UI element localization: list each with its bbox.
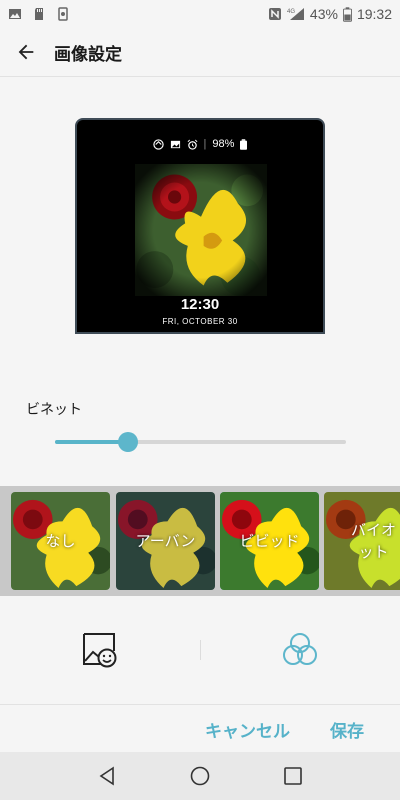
filter-label-urban: アーバン — [135, 531, 196, 550]
battery-percent: 43% — [309, 6, 338, 22]
filter-label-none: なし — [45, 531, 76, 550]
gallery-icon — [9, 9, 21, 19]
filter-strip[interactable]: なし アーバン ビビッド バイオ ット — [0, 486, 400, 596]
actions-divider — [0, 704, 400, 705]
square-recents-icon — [284, 767, 303, 785]
header-divider — [0, 76, 400, 77]
preview-battery-icon — [240, 138, 248, 150]
preview-status-bar: | 98% — [77, 138, 323, 150]
save-button[interactable]: 保存 — [330, 717, 364, 742]
preview-date: FRI, OCTOBER 30 — [162, 317, 238, 326]
image-icon — [170, 140, 180, 148]
triangle-back-icon — [99, 766, 114, 786]
vibrate-icon — [58, 7, 68, 21]
filter-label-vivid: ビビッド — [239, 531, 300, 550]
nfc-icon — [268, 8, 281, 20]
tool-divider — [200, 640, 201, 660]
color-filter-button[interactable] — [280, 630, 320, 670]
battery-icon — [342, 6, 352, 22]
svg-text:4G: 4G — [287, 9, 295, 15]
app-bar: 画像設定 — [0, 28, 400, 76]
preview-clock: 12:30 — [180, 296, 220, 313]
sd-card-icon — [35, 8, 43, 20]
color-filter-icon — [283, 633, 317, 665]
vignette-slider[interactable] — [55, 431, 346, 453]
image-sticker-button[interactable] — [80, 630, 120, 670]
status-left-icons — [8, 7, 70, 21]
preview-flower-photo — [135, 164, 267, 296]
nav-back-button[interactable] — [83, 752, 131, 800]
page-title: 画像設定 — [54, 44, 122, 65]
slider-thumb[interactable] — [118, 432, 138, 452]
back-button[interactable] — [2, 28, 50, 76]
sync-icon — [152, 138, 164, 150]
filter-none[interactable]: なし — [11, 492, 110, 590]
nav-home-button[interactable] — [176, 752, 224, 800]
filter-urban[interactable]: アーバン — [116, 492, 215, 590]
vignette-label: ビネット — [26, 402, 82, 418]
status-time: 19:32 — [356, 6, 392, 22]
preview-battery: 98% — [212, 138, 235, 150]
image-sticker-icon — [83, 633, 117, 668]
lockscreen-preview: | 98% 12:30 FRI, OCTOBER 30 — [75, 118, 325, 334]
filter-label-bio: バイオ ット — [350, 520, 396, 562]
4g-signal-icon: 4G — [287, 8, 304, 20]
status-bar: 4G 43% 19:32 — [0, 0, 400, 28]
nav-recents-button[interactable] — [269, 752, 317, 800]
filter-bio[interactable]: バイオ ット — [324, 492, 400, 590]
arrow-back-icon — [18, 44, 34, 60]
navigation-bar — [0, 752, 400, 800]
cancel-button[interactable]: キャンセル — [205, 717, 290, 742]
alarm-icon — [187, 139, 197, 150]
status-right: 4G 43% 19:32 — [268, 6, 392, 22]
filter-vivid[interactable]: ビビッド — [220, 492, 319, 590]
circle-home-icon — [190, 766, 210, 786]
